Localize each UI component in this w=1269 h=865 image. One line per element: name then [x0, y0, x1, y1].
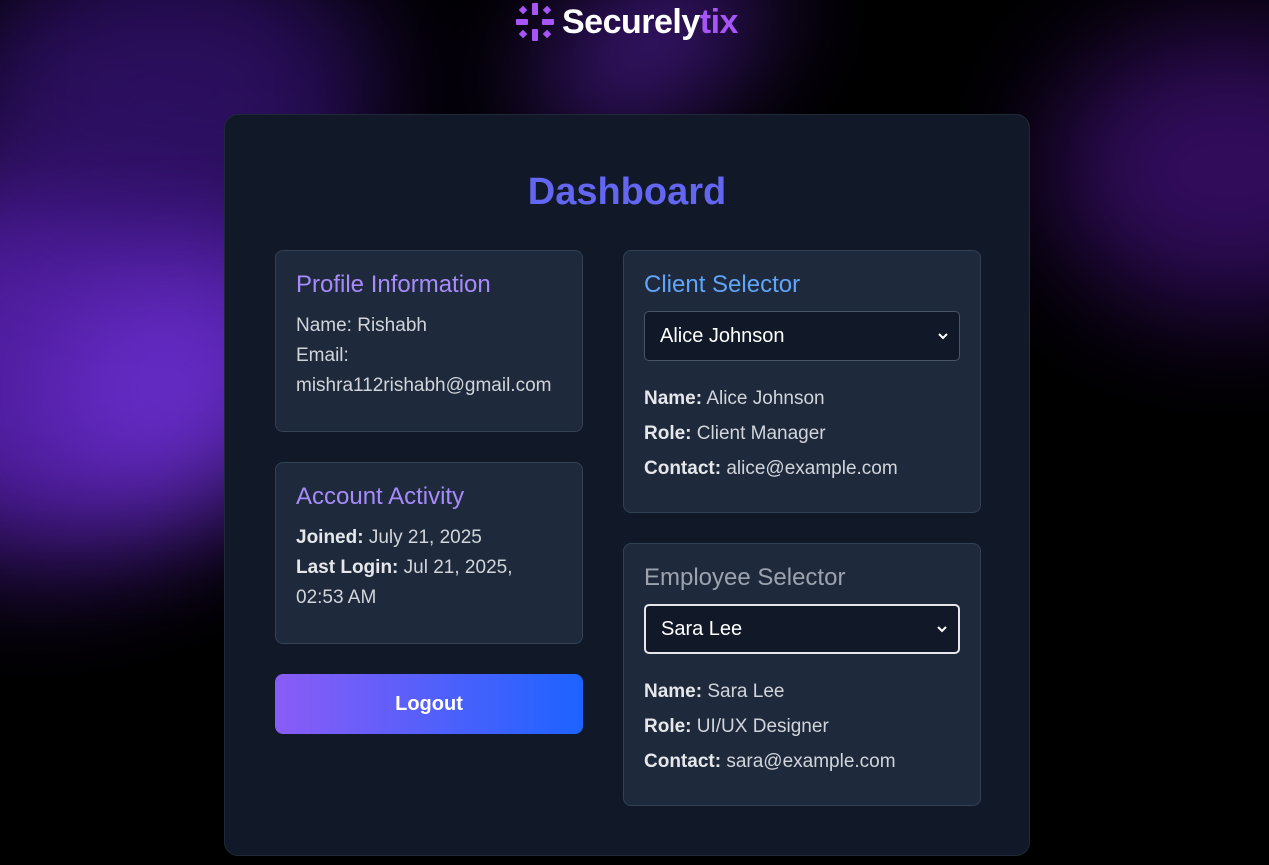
brand-logo[interactable]: Securelytix	[514, 1, 738, 43]
client-role-row: Role: Client Manager	[644, 416, 960, 451]
employee-select[interactable]: Sara Lee	[644, 604, 960, 654]
employee-selector-panel: Employee Selector Sara Lee Name: Sara Le…	[623, 543, 981, 806]
logo-icon	[516, 3, 554, 41]
brand-name: Securelytix	[562, 3, 738, 42]
employee-name-label: Name:	[644, 681, 703, 702]
activity-title: Account Activity	[296, 483, 465, 510]
employee-contact-row: Contact: sara@example.com	[644, 744, 960, 779]
client-contact-row: Contact: alice@example.com	[644, 451, 960, 486]
logout-button[interactable]: Logout	[275, 674, 583, 734]
profile-email-label: Email:	[296, 345, 349, 366]
client-name-label: Name:	[644, 388, 703, 409]
client-name-value: Alice Johnson	[706, 388, 825, 409]
client-select[interactable]: Alice Johnson	[644, 311, 960, 361]
employee-role-label: Role:	[644, 716, 692, 737]
employee-contact-value: sara@example.com	[726, 751, 896, 772]
client-selector-panel: Client Selector Alice Johnson Name: Alic…	[623, 250, 981, 513]
client-name-row: Name: Alice Johnson	[644, 381, 960, 416]
employee-role-value: UI/UX Designer	[696, 716, 829, 737]
client-role-value: Client Manager	[696, 423, 826, 444]
client-contact-value: alice@example.com	[726, 458, 898, 479]
profile-email-value: mishra112rishabh@gmail.com	[296, 375, 552, 396]
joined-row: Joined: July 21, 2025	[296, 523, 562, 553]
joined-value: July 21, 2025	[368, 527, 482, 548]
activity-panel: Account Activity Joined: July 21, 2025 L…	[275, 462, 583, 644]
employee-selector-title: Employee Selector	[644, 564, 846, 591]
client-select-value: Alice Johnson	[660, 324, 785, 347]
employee-role-row: Role: UI/UX Designer	[644, 709, 960, 744]
last-login-row: Last Login: Jul 21, 2025, 02:53 AM	[296, 553, 562, 613]
profile-panel: Profile Information Name: Rishabh Email:…	[275, 250, 583, 432]
last-login-label: Last Login:	[296, 557, 399, 578]
profile-title: Profile Information	[296, 271, 491, 298]
client-selector-title: Client Selector	[644, 271, 801, 298]
employee-name-value: Sara Lee	[707, 681, 785, 702]
employee-contact-label: Contact:	[644, 751, 722, 772]
brand-name-main: Securely	[562, 2, 700, 41]
employee-name-row: Name: Sara Lee	[644, 674, 960, 709]
profile-name: Name: Rishabh	[296, 315, 427, 336]
client-role-label: Role:	[644, 423, 692, 444]
client-contact-label: Contact:	[644, 458, 722, 479]
dashboard-card: Dashboard Profile Information Name: Rish…	[224, 114, 1030, 856]
employee-select-value: Sara Lee	[661, 617, 743, 640]
chevron-down-icon	[938, 333, 948, 340]
chevron-down-icon	[937, 626, 947, 633]
brand-name-accent: tix	[699, 2, 739, 41]
joined-label: Joined:	[296, 527, 364, 548]
page-title: Dashboard	[527, 171, 727, 213]
